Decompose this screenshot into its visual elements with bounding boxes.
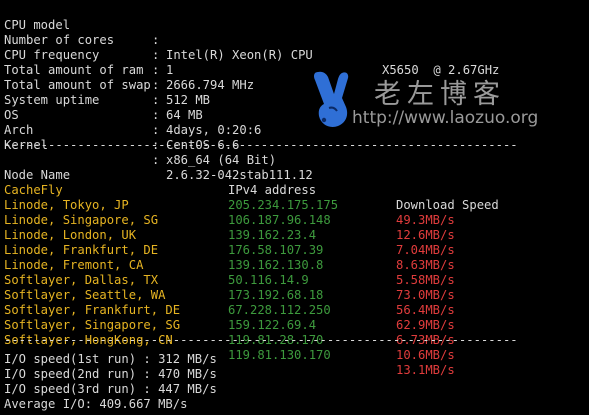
sysinfo-row-cpu-model: CPU model : Intel(R) Xeon(R) CPU X5650 @…: [4, 3, 589, 77]
sysinfo-row-ram: Total amount of ram : 512 MB: [4, 48, 589, 107]
speed-table-header: Node Name IPv4 address Download Speed: [4, 153, 589, 212]
speed-table-row: Softlayer, Seattle, WA 67.228.112.250 62…: [4, 273, 589, 332]
speed-table-row: Softlayer, Dallas, TX 173.192.68.18 56.4…: [4, 258, 589, 317]
io-average: Average I/O: 409.667 MB/s: [4, 397, 188, 411]
speed-table-row: Linode, Tokyo, JP 106.187.96.148 12.6MB/…: [4, 183, 589, 242]
sysinfo-row-cores: Number of cores : 1: [4, 18, 589, 77]
speed-table-row: Softlayer, Singapore, SG 119.81.28.170 1…: [4, 303, 589, 362]
speed-table-row: Linode, Frankfurt, DE 139.162.130.8 5.58…: [4, 228, 589, 287]
io-speed-run1: I/O speed(1st run) : 312 MB/s: [4, 352, 217, 366]
sysinfo-row-cpu-frequency: CPU frequency : 2666.794 MHz: [4, 33, 589, 92]
speed-table-row: Softlayer, HongKong, CN 119.81.130.170 1…: [4, 318, 589, 377]
io-speed-run3: I/O speed(3rd run) : 447 MB/s: [4, 382, 217, 396]
terminal-output: CPU model : Intel(R) Xeon(R) CPU X5650 @…: [4, 3, 589, 412]
watermark-url: http://www.laozuo.org: [352, 108, 539, 128]
io-speed-run2: I/O speed(2nd run) : 470 MB/s: [4, 367, 217, 381]
divider-line: ----------------------------------------…: [4, 333, 518, 347]
speed-table-row: Softlayer, Frankfurt, DE 159.122.69.4 6.…: [4, 288, 589, 347]
watermark: 老左博客 http://www.laozuo.org: [308, 70, 548, 132]
speed-table-row: Linode, London, UK 176.58.107.39 8.63MB/…: [4, 213, 589, 272]
speed-table-row: CacheFly 205.234.175.175 49.3MB/s: [4, 168, 589, 227]
watermark-title: 老左博客: [374, 79, 506, 110]
speed-table-row: Linode, Fremont, CA 50.116.14.9 73.0MB/s: [4, 243, 589, 302]
victory-hand-icon: [314, 71, 349, 127]
divider-line: ----------------------------------------…: [4, 138, 518, 152]
speed-table-row: Linode, Singapore, SG 139.162.23.4 7.04M…: [4, 198, 589, 257]
